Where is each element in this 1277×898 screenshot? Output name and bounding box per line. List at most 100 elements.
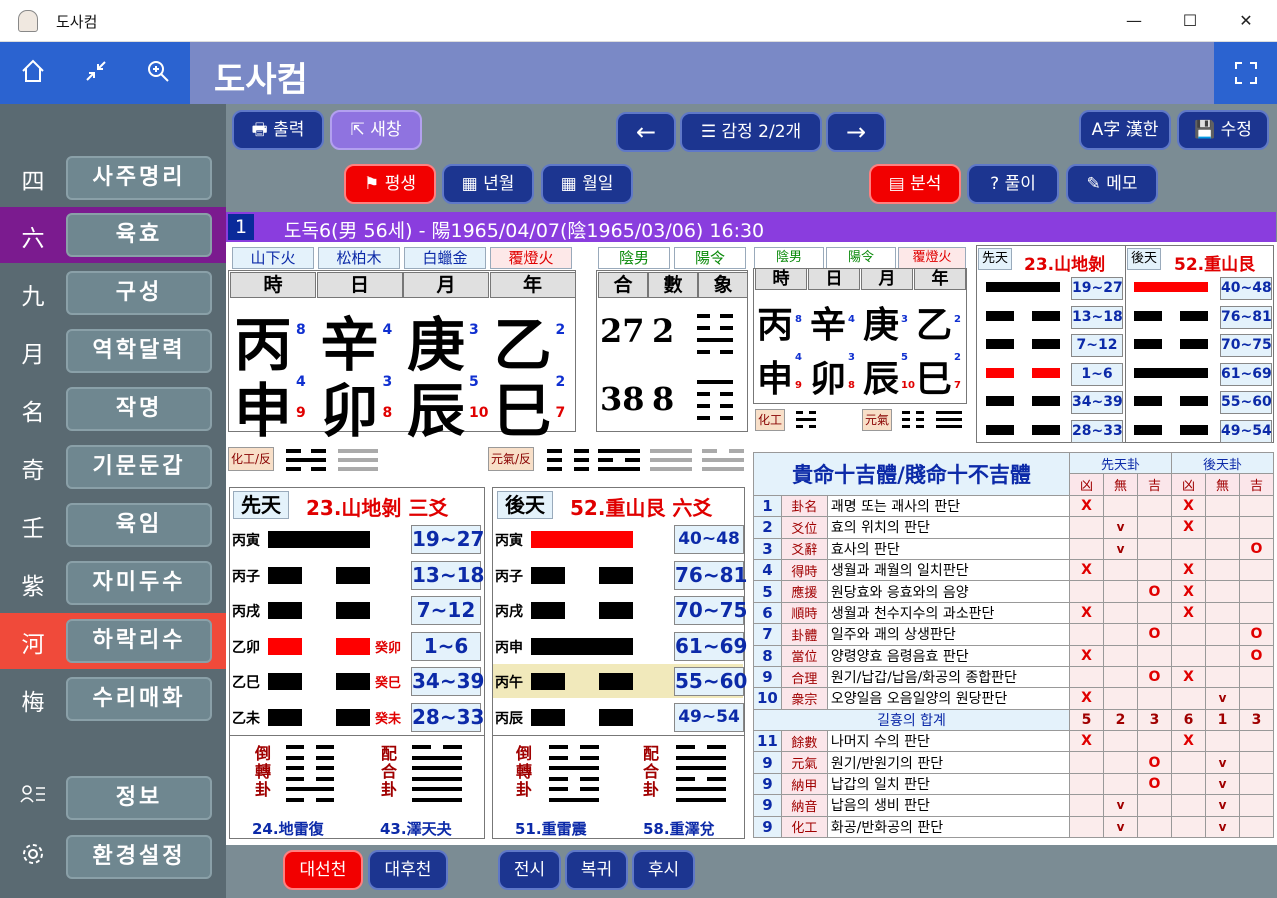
mini-post-range: 61~69	[1220, 362, 1272, 386]
info-button[interactable]: 정보	[66, 776, 212, 820]
maximize-button[interactable]: ☐	[1170, 6, 1210, 36]
small-tag: 陽令	[826, 247, 896, 269]
sidebar-item-label[interactable]: 육효	[66, 213, 212, 257]
count-button[interactable]: ☰ 감정 2/2개	[680, 112, 822, 152]
sidebar-item-label[interactable]: 작명	[66, 387, 212, 431]
number-b: 2	[652, 312, 675, 350]
next-button[interactable]: →	[826, 112, 886, 152]
small-header: 日	[808, 268, 860, 290]
judge-cell	[1069, 516, 1104, 539]
hanja-button[interactable]: A字 漢한	[1079, 110, 1171, 150]
sidebar-item-label[interactable]: 육임	[66, 503, 212, 547]
hex-bar	[580, 776, 599, 781]
prev-button[interactable]: ←	[616, 112, 676, 152]
judge-cell	[1205, 730, 1240, 753]
sidebar-item-3[interactable]: 月 역학달력	[0, 323, 226, 379]
season-label: 陽令	[674, 247, 746, 269]
sidebar-hanja: 六	[21, 226, 45, 252]
judge-cell	[1205, 644, 1240, 667]
new-window-button[interactable]: ⇱ 새창	[330, 110, 422, 150]
judge-cell: v	[1205, 772, 1240, 796]
sidebar-item-4[interactable]: 名 작명	[0, 381, 226, 437]
number-a: 27	[600, 312, 645, 350]
hex-bar	[412, 776, 462, 781]
sidebar-item-label[interactable]: 수리매화	[66, 677, 212, 721]
trigram-bar	[916, 425, 924, 428]
pre-row-right: 癸卯	[375, 640, 402, 656]
sidebar-item-label[interactable]: 구성	[66, 271, 212, 315]
judge-cell: X	[1171, 601, 1206, 625]
settings-button[interactable]: 환경설정	[66, 835, 212, 879]
judge-sum: 6	[1171, 708, 1206, 732]
judge-cell	[1205, 494, 1240, 518]
sidebar-item-8[interactable]: 河 하락리수	[0, 613, 226, 669]
sidebar-item-settings[interactable]: 환경설정	[0, 829, 226, 885]
nayin-tag: 覆燈火	[490, 247, 572, 269]
sidebar-item-6[interactable]: 壬 육임	[0, 497, 226, 553]
judge-row-desc: 양령양효 음령음효 판단	[826, 644, 1071, 667]
trigram-bar	[650, 458, 692, 462]
judge-row-key: 爻位	[780, 516, 828, 539]
daehucheon-button[interactable]: 대후천	[368, 850, 448, 890]
sidebar-item-label[interactable]: 자미두수	[66, 561, 212, 605]
sidebar-item-9[interactable]: 梅 수리매화	[0, 671, 226, 727]
judge-cell	[1069, 815, 1104, 839]
home-icon[interactable]	[18, 58, 48, 88]
app-header	[0, 42, 1277, 104]
judge-cell	[1137, 730, 1172, 753]
sidebar-item-label[interactable]: 사주명리	[66, 156, 212, 200]
sidebar-item-label[interactable]: 하락리수	[66, 619, 212, 663]
mini-hex-bar	[1032, 396, 1060, 407]
sidebar-item-2[interactable]: 九 구성	[0, 265, 226, 321]
hex-bar	[316, 755, 334, 760]
sidebar-item-label[interactable]: 역학달력	[66, 329, 212, 373]
small-stem-num: 3	[901, 314, 908, 325]
year-month-button[interactable]: ▦ 년월	[442, 164, 534, 204]
sidebar-item-label[interactable]: 기문둔갑	[66, 445, 212, 489]
analysis-button[interactable]: ▤ 분석	[869, 164, 961, 204]
judge-cell: X	[1171, 580, 1206, 603]
judge-cell	[1069, 623, 1104, 646]
close-button[interactable]: ✕	[1226, 6, 1266, 36]
minimize-button[interactable]: —	[1114, 6, 1154, 36]
print-button[interactable]: 🖶 출력	[232, 110, 324, 150]
branch-number-bottom: 7	[555, 405, 566, 421]
trigram-bar	[796, 411, 803, 414]
judge-row-key: 卦體	[780, 623, 828, 646]
edit-button[interactable]: 💾 수정	[1177, 110, 1269, 150]
fullscreen-icon[interactable]	[1214, 42, 1277, 104]
zoom-in-icon[interactable]	[143, 58, 173, 88]
prev-time-button[interactable]: 전시	[498, 850, 561, 890]
hex-bar	[412, 745, 431, 749]
collapse-icon[interactable]	[81, 58, 111, 88]
small-stem-num: 4	[848, 314, 855, 325]
solve-button[interactable]: ? 풀이	[967, 164, 1059, 204]
judge-cell: X	[1171, 730, 1206, 753]
judge-sum-label: 길흉의 합계	[753, 708, 1070, 732]
post-hex-bar	[599, 708, 633, 726]
sidebar-item-info[interactable]: 정보	[0, 770, 226, 826]
lifetime-button[interactable]: ⚑ 평생	[344, 164, 436, 204]
trigram-bar	[625, 458, 640, 462]
judge-row-key: 化工	[780, 815, 828, 839]
daeseoncheon-button[interactable]: 대선천	[283, 850, 363, 890]
sidebar-item-1[interactable]: 六 육효	[0, 207, 226, 263]
mini-post-range: 70~75	[1220, 334, 1272, 358]
pre-hex-bar	[268, 673, 302, 690]
small-tag: 陰男	[754, 247, 824, 269]
month-day-button[interactable]: ▦ 월일	[541, 164, 633, 204]
return-button[interactable]: 복귀	[565, 850, 628, 890]
hex-bar	[549, 787, 568, 791]
trigram-bar	[697, 350, 710, 354]
judge-cell	[1137, 794, 1172, 817]
sidebar-item-5[interactable]: 奇 기문둔갑	[0, 439, 226, 495]
sidebar-item-0[interactable]: 四 사주명리	[0, 150, 226, 206]
memo-button[interactable]: ✎ 메모	[1066, 164, 1158, 204]
window-titlebar: 도사컴 — ☐ ✕	[0, 0, 1277, 42]
branch-number-bottom: 9	[296, 405, 306, 421]
judge-row-desc: 생월과 천수지수의 과소판단	[826, 601, 1071, 625]
judge-cell	[1069, 772, 1104, 796]
next-time-button[interactable]: 후시	[632, 850, 695, 890]
small-branch-top: 2	[954, 352, 961, 363]
sidebar-item-7[interactable]: 紫 자미두수	[0, 555, 226, 611]
